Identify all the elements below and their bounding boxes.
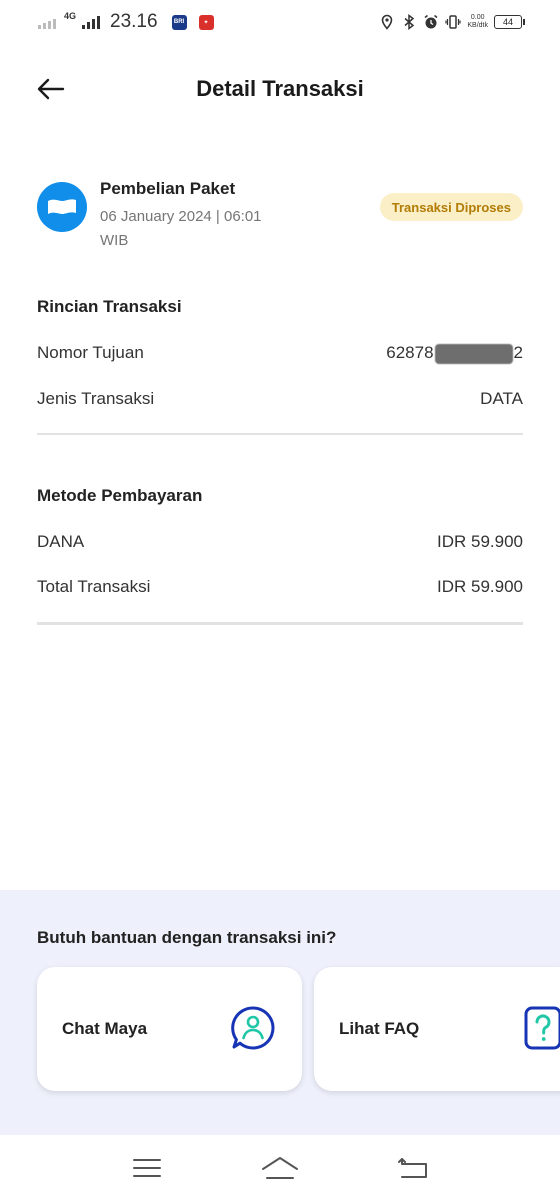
destination-number: 62878 2: [386, 343, 523, 364]
details-title: Rincian Transaksi: [37, 297, 182, 316]
chat-maya-card[interactable]: Chat Maya: [37, 967, 302, 1091]
payment-row-method: DANA IDR 59.900: [37, 532, 523, 552]
status-right: 0.00 KB/dtk 44: [379, 14, 525, 30]
details-section: Rincian Transaksi Nomor Tujuan 62878 2 Je…: [37, 297, 523, 408]
payment-title: Metode Pembayaran: [37, 486, 203, 505]
transaction-name: Pembelian Paket: [100, 179, 236, 198]
detail-label: Nomor Tujuan: [37, 343, 144, 362]
status-left: 4G 23.16 BRI ✦: [38, 11, 214, 33]
transaction-summary: Pembelian Paket 06 January 2024 | 06:01 …: [37, 178, 523, 258]
payment-label: DANA: [37, 532, 85, 551]
network-speed: 0.00 KB/dtk: [467, 14, 488, 29]
location-icon: [382, 14, 393, 30]
bri-app-icon: BRI: [171, 14, 187, 30]
status-badge: Transaksi Diproses: [379, 193, 523, 221]
payment-row-total: Total Transaksi IDR 59.900: [37, 577, 523, 597]
detail-label: Jenis Transaksi: [37, 389, 155, 408]
payment-section: Metode Pembayaran DANA IDR 59.900 Total …: [37, 486, 523, 596]
page-title: Detail Transaksi: [196, 76, 364, 101]
menu-icon: [132, 1158, 161, 1177]
divider: [37, 433, 523, 435]
divider: [37, 622, 523, 625]
signal-sim2-icon: [82, 15, 101, 29]
network-type: 4G: [64, 11, 77, 21]
system-nav-bar: [0, 1135, 560, 1200]
help-section: Butuh bantuan dengan transaksi ini? Chat…: [0, 890, 560, 1135]
home-icon: [261, 1156, 298, 1179]
battery-icon: 44: [494, 15, 525, 29]
menu-button[interactable]: [127, 1153, 167, 1183]
redacted-mask: [434, 343, 513, 364]
status-bar: 4G 23.16 BRI ✦ 0.00 KB/dtk 44: [0, 0, 560, 44]
faq-label: Lihat FAQ: [339, 1019, 420, 1038]
status-time: 23.16: [110, 11, 158, 32]
shop-app-icon: ✦: [198, 14, 214, 30]
detail-row-jenis: Jenis Transaksi DATA: [37, 389, 523, 409]
app-header: Detail Transaksi: [0, 60, 560, 120]
payment-value: IDR 59.900: [437, 577, 523, 596]
vibrate-icon: [445, 15, 461, 29]
back-nav-button[interactable]: [393, 1153, 433, 1183]
payment-value: IDR 59.900: [437, 532, 523, 551]
signal-sim1-icon: [38, 15, 56, 29]
bluetooth-icon: [404, 14, 415, 30]
chat-maya-label: Chat Maya: [62, 1019, 148, 1038]
transaction-logo: [37, 182, 87, 232]
detail-value: DATA: [480, 389, 523, 408]
help-title: Butuh bantuan dengan transaksi ini?: [37, 928, 337, 947]
payment-label: Total Transaksi: [37, 577, 151, 596]
battery-level: 44: [502, 17, 513, 27]
faq-question-icon: [524, 1006, 560, 1050]
detail-row-nomor: Nomor Tujuan 62878 2: [37, 343, 523, 364]
alarm-icon: [424, 14, 438, 29]
home-button[interactable]: [260, 1153, 300, 1183]
chat-support-icon: [231, 1006, 275, 1050]
faq-card[interactable]: Lihat FAQ: [314, 967, 560, 1091]
back-nav-icon: [398, 1157, 428, 1178]
package-flag-icon: [48, 199, 76, 214]
transaction-datetime: 06 January 2024 | 06:01 WIB: [100, 208, 262, 249]
